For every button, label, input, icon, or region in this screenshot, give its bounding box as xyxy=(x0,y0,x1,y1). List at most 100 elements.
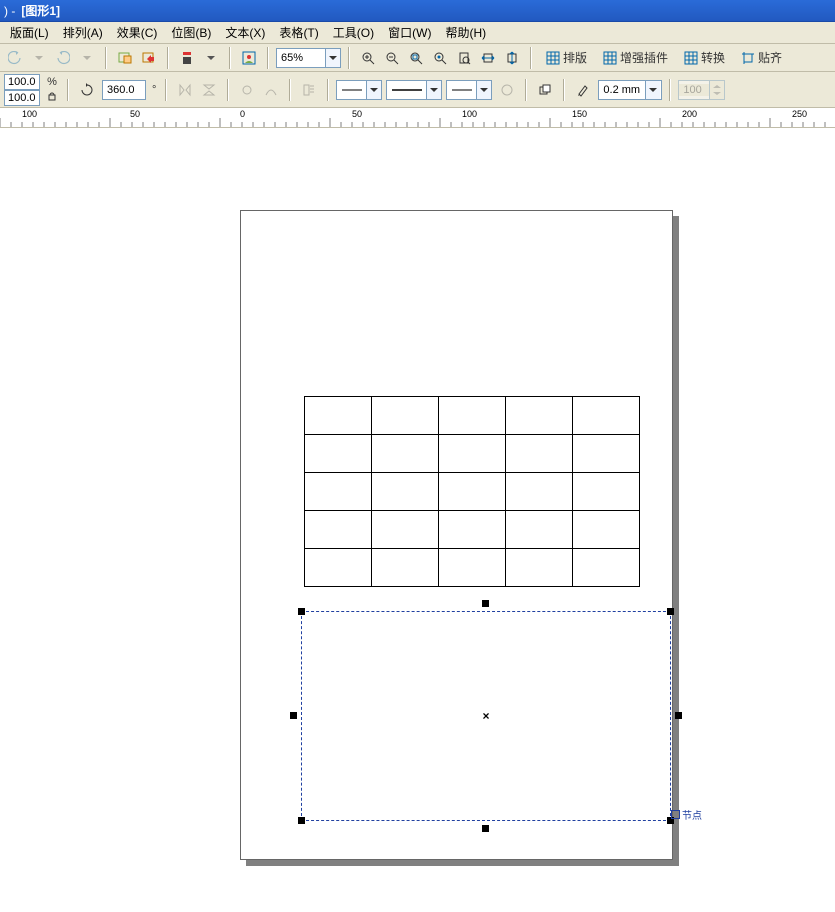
outline-width-input[interactable] xyxy=(599,84,645,96)
path-tool-2[interactable] xyxy=(260,79,282,101)
lock-ratio-button[interactable] xyxy=(44,88,60,104)
rotation-input-wrap[interactable] xyxy=(102,80,146,100)
outline-width-combo[interactable] xyxy=(598,80,662,100)
line-end-combo[interactable] xyxy=(446,80,492,100)
handle-w[interactable] xyxy=(290,712,297,719)
separator xyxy=(669,79,671,101)
grid-icon xyxy=(603,51,617,65)
convert-label: 转换 xyxy=(701,49,725,66)
zoom-in-icon[interactable] xyxy=(357,47,379,69)
zoom-level-input[interactable] xyxy=(277,52,325,64)
rotate-icon xyxy=(76,79,98,101)
path-tool-1[interactable] xyxy=(236,79,258,101)
mirror-v-button[interactable] xyxy=(198,79,220,101)
ruler-horizontal[interactable]: 10050050100150200250 xyxy=(0,108,835,128)
to-front-button[interactable] xyxy=(534,79,556,101)
undo-button[interactable] xyxy=(4,47,26,69)
selection-center-icon: × xyxy=(482,709,489,723)
menu-window[interactable]: 窗口(W) xyxy=(382,23,437,42)
redo-dropdown[interactable] xyxy=(76,47,98,69)
selected-rectangle[interactable]: × 节点 xyxy=(301,611,671,821)
app-launcher-dropdown[interactable] xyxy=(200,47,222,69)
handle-s[interactable] xyxy=(482,825,489,832)
chevron-down-icon[interactable] xyxy=(645,81,660,99)
chevron-down-icon[interactable] xyxy=(325,49,340,67)
menu-help[interactable]: 帮助(H) xyxy=(439,23,492,42)
chevron-down-icon[interactable] xyxy=(476,81,491,99)
handle-ne[interactable] xyxy=(667,608,674,615)
typeset-label: 排版 xyxy=(563,49,587,66)
menu-text[interactable]: 文本(X) xyxy=(219,23,271,42)
wrap-text-button[interactable] xyxy=(298,79,320,101)
chevron-down-icon[interactable] xyxy=(426,81,441,99)
welcome-screen-button[interactable] xyxy=(238,47,260,69)
zoom-page-width-icon[interactable] xyxy=(477,47,499,69)
svg-text:150: 150 xyxy=(572,109,587,119)
separator xyxy=(289,79,291,101)
grid-icon xyxy=(546,51,560,65)
degree-label: ° xyxy=(150,84,158,96)
zoom-selection-icon[interactable] xyxy=(405,47,427,69)
chevron-down-icon[interactable] xyxy=(366,81,381,99)
typeset-button[interactable]: 排版 xyxy=(539,47,594,69)
numeric-disabled-input xyxy=(679,84,709,96)
import-button[interactable] xyxy=(114,47,136,69)
separator xyxy=(327,79,329,101)
handle-n[interactable] xyxy=(482,600,489,607)
menu-layout[interactable]: 版面(L) xyxy=(4,23,55,42)
scale-controls xyxy=(4,74,40,106)
undo-dropdown[interactable] xyxy=(28,47,50,69)
title-bar: ) - [图形1] xyxy=(0,0,835,22)
page[interactable]: × 节点 xyxy=(240,210,673,860)
grid-object[interactable] xyxy=(304,396,640,587)
percent-label: % xyxy=(45,76,59,88)
separator xyxy=(227,79,229,101)
canvas-area[interactable]: × 节点 xyxy=(0,134,835,912)
zoom-page-icon[interactable] xyxy=(453,47,475,69)
redo-button[interactable] xyxy=(52,47,74,69)
line-style-combo[interactable] xyxy=(386,80,442,100)
enhance-plugin-button[interactable]: 增强插件 xyxy=(596,47,675,69)
scale-y-input[interactable] xyxy=(4,90,40,106)
svg-text:100: 100 xyxy=(22,109,37,119)
rotation-input[interactable] xyxy=(103,84,145,96)
property-bar: % ° xyxy=(0,72,835,108)
separator xyxy=(229,47,231,69)
svg-text:50: 50 xyxy=(130,109,140,119)
zoom-level-combo[interactable] xyxy=(276,48,341,68)
separator xyxy=(525,79,527,101)
scale-x-input[interactable] xyxy=(4,74,40,90)
zoom-out-icon[interactable] xyxy=(381,47,403,69)
mirror-h-button[interactable] xyxy=(174,79,196,101)
grid-icon xyxy=(684,51,698,65)
outline-pen-icon xyxy=(572,79,594,101)
menu-tools[interactable]: 工具(O) xyxy=(327,23,380,42)
menu-arrange[interactable]: 排列(A) xyxy=(57,23,109,42)
export-button[interactable] xyxy=(138,47,160,69)
title-app-suffix: ) - xyxy=(4,4,15,18)
handle-nw[interactable] xyxy=(298,608,305,615)
snap-icon xyxy=(741,51,755,65)
svg-text:200: 200 xyxy=(682,109,697,119)
toolbar-main: 排版 增强插件 转换 贴齐 xyxy=(0,44,835,72)
line-options-button[interactable] xyxy=(496,79,518,101)
app-launcher-button[interactable] xyxy=(176,47,198,69)
menu-bitmap[interactable]: 位图(B) xyxy=(165,23,217,42)
menu-effects[interactable]: 效果(C) xyxy=(111,23,164,42)
zoom-page-height-icon[interactable] xyxy=(501,47,523,69)
convert-button[interactable]: 转换 xyxy=(677,47,732,69)
snap-label: 贴齐 xyxy=(758,49,782,66)
snap-button[interactable]: 贴齐 xyxy=(734,47,794,69)
handle-sw[interactable] xyxy=(298,817,305,824)
node-icon xyxy=(671,810,680,819)
handle-e[interactable] xyxy=(675,712,682,719)
separator xyxy=(563,79,565,101)
line-start-combo[interactable] xyxy=(336,80,382,100)
title-document-name: [图形1] xyxy=(21,2,60,19)
zoom-all-objects-icon[interactable] xyxy=(429,47,451,69)
menu-table[interactable]: 表格(T) xyxy=(273,23,324,42)
separator xyxy=(67,79,69,101)
separator xyxy=(267,47,269,69)
separator xyxy=(167,47,169,69)
menu-bar: 版面(L) 排列(A) 效果(C) 位图(B) 文本(X) 表格(T) 工具(O… xyxy=(0,22,835,44)
